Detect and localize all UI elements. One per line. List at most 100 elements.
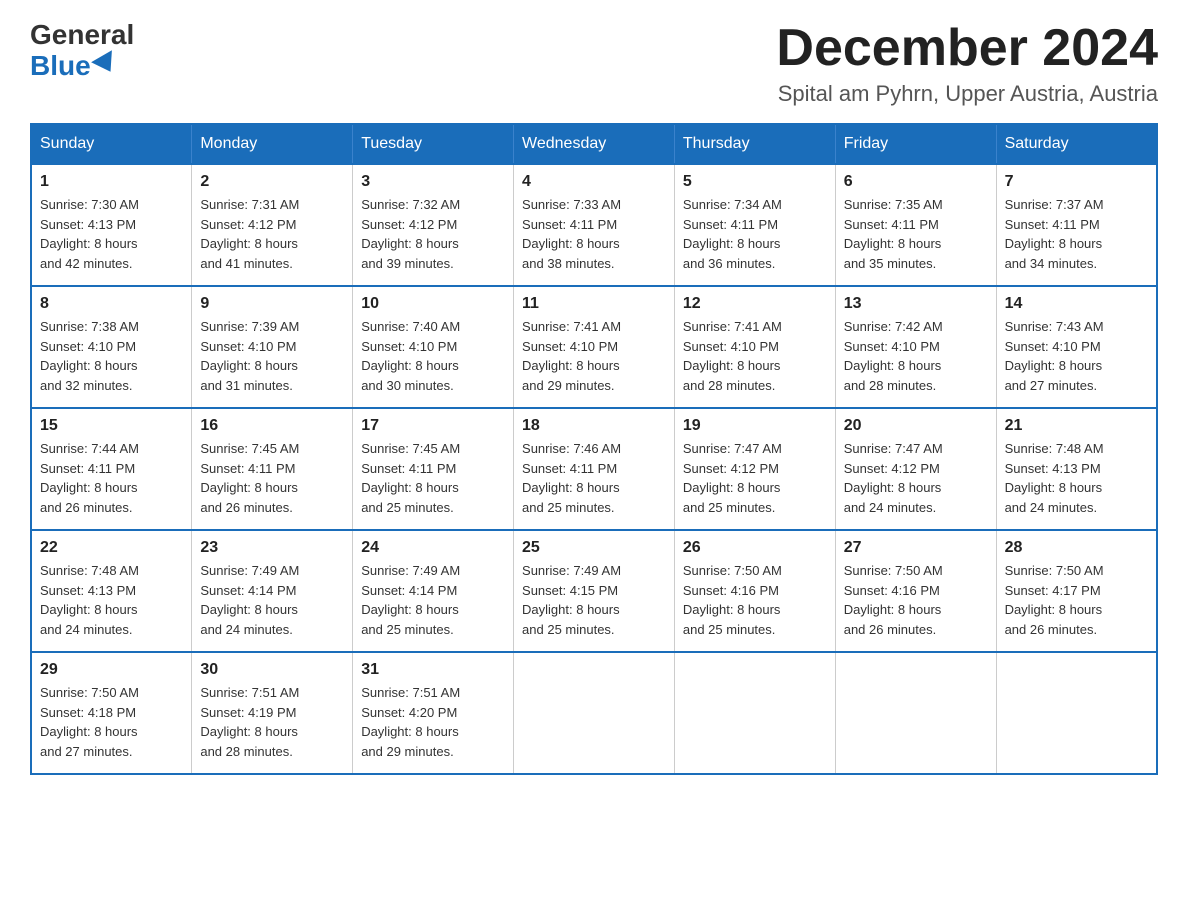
day-info: Sunrise: 7:49 AMSunset: 4:14 PMDaylight:… [361,563,460,637]
calendar-cell: 8 Sunrise: 7:38 AMSunset: 4:10 PMDayligh… [31,286,192,408]
calendar-table: SundayMondayTuesdayWednesdayThursdayFrid… [30,123,1158,775]
calendar-cell: 7 Sunrise: 7:37 AMSunset: 4:11 PMDayligh… [996,164,1157,286]
day-info: Sunrise: 7:50 AMSunset: 4:17 PMDaylight:… [1005,563,1104,637]
day-number: 10 [361,295,505,313]
day-number: 4 [522,173,666,191]
day-info: Sunrise: 7:47 AMSunset: 4:12 PMDaylight:… [844,441,943,515]
calendar-cell: 1 Sunrise: 7:30 AMSunset: 4:13 PMDayligh… [31,164,192,286]
week-row-4: 22 Sunrise: 7:48 AMSunset: 4:13 PMDaylig… [31,530,1157,652]
calendar-cell: 6 Sunrise: 7:35 AMSunset: 4:11 PMDayligh… [835,164,996,286]
day-info: Sunrise: 7:31 AMSunset: 4:12 PMDaylight:… [200,197,299,271]
location-subtitle: Spital am Pyhrn, Upper Austria, Austria [776,81,1158,107]
calendar-cell: 27 Sunrise: 7:50 AMSunset: 4:16 PMDaylig… [835,530,996,652]
day-info: Sunrise: 7:50 AMSunset: 4:16 PMDaylight:… [844,563,943,637]
calendar-cell: 24 Sunrise: 7:49 AMSunset: 4:14 PMDaylig… [353,530,514,652]
day-number: 15 [40,417,183,435]
day-number: 31 [361,661,505,679]
week-row-2: 8 Sunrise: 7:38 AMSunset: 4:10 PMDayligh… [31,286,1157,408]
day-info: Sunrise: 7:42 AMSunset: 4:10 PMDaylight:… [844,319,943,393]
calendar-cell: 4 Sunrise: 7:33 AMSunset: 4:11 PMDayligh… [514,164,675,286]
calendar-cell: 26 Sunrise: 7:50 AMSunset: 4:16 PMDaylig… [674,530,835,652]
logo: General Blue [30,20,134,82]
day-info: Sunrise: 7:44 AMSunset: 4:11 PMDaylight:… [40,441,139,515]
week-row-5: 29 Sunrise: 7:50 AMSunset: 4:18 PMDaylig… [31,652,1157,774]
day-number: 16 [200,417,344,435]
day-number: 28 [1005,539,1148,557]
calendar-cell [514,652,675,774]
day-info: Sunrise: 7:35 AMSunset: 4:11 PMDaylight:… [844,197,943,271]
calendar-cell: 28 Sunrise: 7:50 AMSunset: 4:17 PMDaylig… [996,530,1157,652]
day-info: Sunrise: 7:45 AMSunset: 4:11 PMDaylight:… [361,441,460,515]
day-info: Sunrise: 7:41 AMSunset: 4:10 PMDaylight:… [683,319,782,393]
logo-general-text: General [30,20,134,51]
day-number: 20 [844,417,988,435]
calendar-cell: 16 Sunrise: 7:45 AMSunset: 4:11 PMDaylig… [192,408,353,530]
day-number: 21 [1005,417,1148,435]
calendar-cell: 20 Sunrise: 7:47 AMSunset: 4:12 PMDaylig… [835,408,996,530]
day-number: 8 [40,295,183,313]
day-number: 17 [361,417,505,435]
day-number: 19 [683,417,827,435]
title-area: December 2024 Spital am Pyhrn, Upper Aus… [776,20,1158,107]
day-info: Sunrise: 7:46 AMSunset: 4:11 PMDaylight:… [522,441,621,515]
day-info: Sunrise: 7:41 AMSunset: 4:10 PMDaylight:… [522,319,621,393]
day-number: 2 [200,173,344,191]
calendar-cell [835,652,996,774]
calendar-cell: 19 Sunrise: 7:47 AMSunset: 4:12 PMDaylig… [674,408,835,530]
calendar-cell: 11 Sunrise: 7:41 AMSunset: 4:10 PMDaylig… [514,286,675,408]
day-number: 26 [683,539,827,557]
calendar-cell [996,652,1157,774]
weekday-header-monday: Monday [192,124,353,164]
month-year-title: December 2024 [776,20,1158,77]
day-number: 22 [40,539,183,557]
day-number: 1 [40,173,183,191]
calendar-cell: 9 Sunrise: 7:39 AMSunset: 4:10 PMDayligh… [192,286,353,408]
day-number: 25 [522,539,666,557]
calendar-cell: 25 Sunrise: 7:49 AMSunset: 4:15 PMDaylig… [514,530,675,652]
day-number: 5 [683,173,827,191]
calendar-cell: 3 Sunrise: 7:32 AMSunset: 4:12 PMDayligh… [353,164,514,286]
day-number: 24 [361,539,505,557]
day-info: Sunrise: 7:33 AMSunset: 4:11 PMDaylight:… [522,197,621,271]
week-row-1: 1 Sunrise: 7:30 AMSunset: 4:13 PMDayligh… [31,164,1157,286]
day-info: Sunrise: 7:51 AMSunset: 4:19 PMDaylight:… [200,685,299,759]
calendar-cell: 18 Sunrise: 7:46 AMSunset: 4:11 PMDaylig… [514,408,675,530]
day-number: 6 [844,173,988,191]
day-info: Sunrise: 7:40 AMSunset: 4:10 PMDaylight:… [361,319,460,393]
day-number: 12 [683,295,827,313]
day-info: Sunrise: 7:32 AMSunset: 4:12 PMDaylight:… [361,197,460,271]
day-number: 30 [200,661,344,679]
calendar-cell: 22 Sunrise: 7:48 AMSunset: 4:13 PMDaylig… [31,530,192,652]
calendar-cell: 15 Sunrise: 7:44 AMSunset: 4:11 PMDaylig… [31,408,192,530]
day-info: Sunrise: 7:49 AMSunset: 4:15 PMDaylight:… [522,563,621,637]
day-info: Sunrise: 7:45 AMSunset: 4:11 PMDaylight:… [200,441,299,515]
weekday-header-sunday: Sunday [31,124,192,164]
day-number: 27 [844,539,988,557]
weekday-header-row: SundayMondayTuesdayWednesdayThursdayFrid… [31,124,1157,164]
weekday-header-tuesday: Tuesday [353,124,514,164]
logo-blue-text: Blue [30,51,134,82]
day-info: Sunrise: 7:38 AMSunset: 4:10 PMDaylight:… [40,319,139,393]
day-info: Sunrise: 7:37 AMSunset: 4:11 PMDaylight:… [1005,197,1104,271]
day-info: Sunrise: 7:30 AMSunset: 4:13 PMDaylight:… [40,197,139,271]
calendar-cell: 5 Sunrise: 7:34 AMSunset: 4:11 PMDayligh… [674,164,835,286]
day-number: 7 [1005,173,1148,191]
weekday-header-wednesday: Wednesday [514,124,675,164]
day-number: 14 [1005,295,1148,313]
day-info: Sunrise: 7:47 AMSunset: 4:12 PMDaylight:… [683,441,782,515]
day-number: 9 [200,295,344,313]
day-info: Sunrise: 7:34 AMSunset: 4:11 PMDaylight:… [683,197,782,271]
day-info: Sunrise: 7:39 AMSunset: 4:10 PMDaylight:… [200,319,299,393]
day-number: 29 [40,661,183,679]
calendar-cell: 30 Sunrise: 7:51 AMSunset: 4:19 PMDaylig… [192,652,353,774]
calendar-cell: 13 Sunrise: 7:42 AMSunset: 4:10 PMDaylig… [835,286,996,408]
day-number: 3 [361,173,505,191]
calendar-cell: 21 Sunrise: 7:48 AMSunset: 4:13 PMDaylig… [996,408,1157,530]
weekday-header-saturday: Saturday [996,124,1157,164]
calendar-cell [674,652,835,774]
calendar-cell: 14 Sunrise: 7:43 AMSunset: 4:10 PMDaylig… [996,286,1157,408]
page-header: General Blue December 2024 Spital am Pyh… [30,20,1158,107]
day-number: 18 [522,417,666,435]
day-info: Sunrise: 7:50 AMSunset: 4:16 PMDaylight:… [683,563,782,637]
calendar-cell: 12 Sunrise: 7:41 AMSunset: 4:10 PMDaylig… [674,286,835,408]
